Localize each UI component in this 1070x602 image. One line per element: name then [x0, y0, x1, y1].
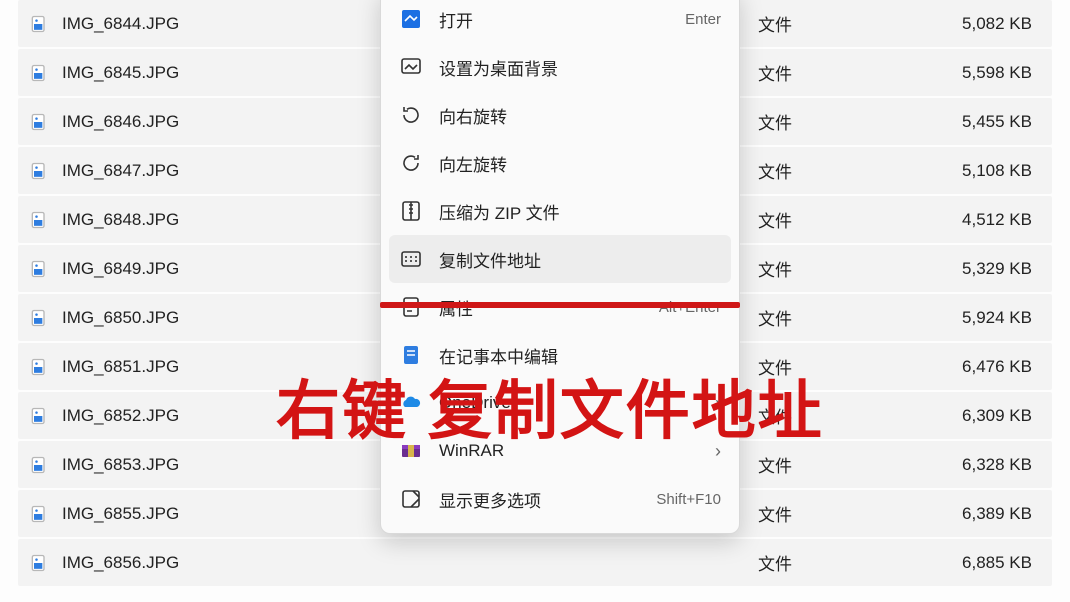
- file-type: 文件: [752, 256, 912, 281]
- file-size: 5,329 KB: [912, 259, 1052, 279]
- rotate-right-icon: [399, 103, 423, 127]
- menu-label: 设置为桌面背景: [439, 55, 721, 80]
- file-size: 5,598 KB: [912, 63, 1052, 83]
- image-file-icon: [28, 307, 50, 329]
- image-file-icon: [28, 454, 50, 476]
- menu-rotate-left[interactable]: 向左旋转: [389, 139, 731, 187]
- file-type: 文件: [752, 158, 912, 183]
- menu-rotate-right[interactable]: 向右旋转: [389, 91, 731, 139]
- file-size: 5,108 KB: [912, 161, 1052, 181]
- file-type: 文件: [752, 109, 912, 134]
- file-size: 6,328 KB: [912, 455, 1052, 475]
- file-type: 文件: [752, 60, 912, 85]
- chevron-right-icon: ›: [707, 393, 721, 414]
- file-type: 文件: [752, 501, 912, 526]
- rotate-left-icon: [399, 151, 423, 175]
- notepad-icon: [399, 343, 423, 367]
- file-size: 6,389 KB: [912, 504, 1052, 524]
- file-type: 文件: [752, 207, 912, 232]
- file-type: 文件: [752, 403, 912, 428]
- image-file-icon: [28, 356, 50, 378]
- menu-label: 向左旋转: [439, 151, 721, 176]
- file-size: 5,082 KB: [912, 14, 1052, 34]
- menu-label: 复制文件地址: [439, 247, 721, 272]
- menu-set-wallpaper[interactable]: 设置为桌面背景: [389, 43, 731, 91]
- show-more-icon: [399, 487, 423, 511]
- menu-winrar[interactable]: WinRAR ›: [389, 427, 731, 475]
- file-type: 文件: [752, 354, 912, 379]
- menu-onedrive[interactable]: OneDrive ›: [389, 379, 731, 427]
- file-row[interactable]: IMG_6856.JPG文件6,885 KB: [18, 539, 1052, 586]
- image-file-icon: [28, 405, 50, 427]
- file-size: 5,924 KB: [912, 308, 1052, 328]
- file-size: 4,512 KB: [912, 210, 1052, 230]
- menu-label: 显示更多选项: [439, 487, 648, 512]
- menu-shortcut: Enter: [677, 11, 721, 28]
- menu-shortcut: Shift+F10: [648, 491, 721, 508]
- file-size: 6,476 KB: [912, 357, 1052, 377]
- copy-path-icon: [399, 247, 423, 271]
- annotation-underline: [380, 302, 740, 308]
- menu-show-more[interactable]: 显示更多选项 Shift+F10: [389, 475, 731, 523]
- image-file-icon: [28, 503, 50, 525]
- file-type: 文件: [752, 305, 912, 330]
- menu-label: 在记事本中编辑: [439, 343, 721, 368]
- file-type: 文件: [752, 550, 912, 575]
- menu-label: 向右旋转: [439, 103, 721, 128]
- image-file-icon: [28, 111, 50, 133]
- chevron-right-icon: ›: [707, 441, 721, 462]
- file-name: IMG_6856.JPG: [62, 553, 752, 573]
- image-file-icon: [28, 13, 50, 35]
- winrar-icon: [399, 439, 423, 463]
- onedrive-icon: [399, 391, 423, 415]
- file-type: 文件: [752, 452, 912, 477]
- image-file-icon: [28, 258, 50, 280]
- menu-compress-zip[interactable]: 压缩为 ZIP 文件: [389, 187, 731, 235]
- image-file-icon: [28, 62, 50, 84]
- file-size: 5,455 KB: [912, 112, 1052, 132]
- wallpaper-icon: [399, 55, 423, 79]
- menu-label: OneDrive: [439, 393, 707, 413]
- menu-label: 打开: [439, 7, 677, 32]
- menu-copy-path[interactable]: 复制文件地址: [389, 235, 731, 283]
- menu-edit-in-notepad[interactable]: 在记事本中编辑: [389, 331, 731, 379]
- menu-label: 压缩为 ZIP 文件: [439, 199, 721, 224]
- image-file-icon: [28, 209, 50, 231]
- file-size: 6,885 KB: [912, 553, 1052, 573]
- menu-label: WinRAR: [439, 441, 707, 461]
- image-file-icon: [28, 160, 50, 182]
- file-type: 文件: [752, 11, 912, 36]
- file-size: 6,309 KB: [912, 406, 1052, 426]
- image-file-icon: [28, 552, 50, 574]
- open-icon: [399, 7, 423, 31]
- context-menu: 打开 Enter 设置为桌面背景 向右旋转 向左旋转 压缩为 ZIP 文件 复制…: [380, 0, 740, 534]
- zip-icon: [399, 199, 423, 223]
- menu-open[interactable]: 打开 Enter: [389, 0, 731, 43]
